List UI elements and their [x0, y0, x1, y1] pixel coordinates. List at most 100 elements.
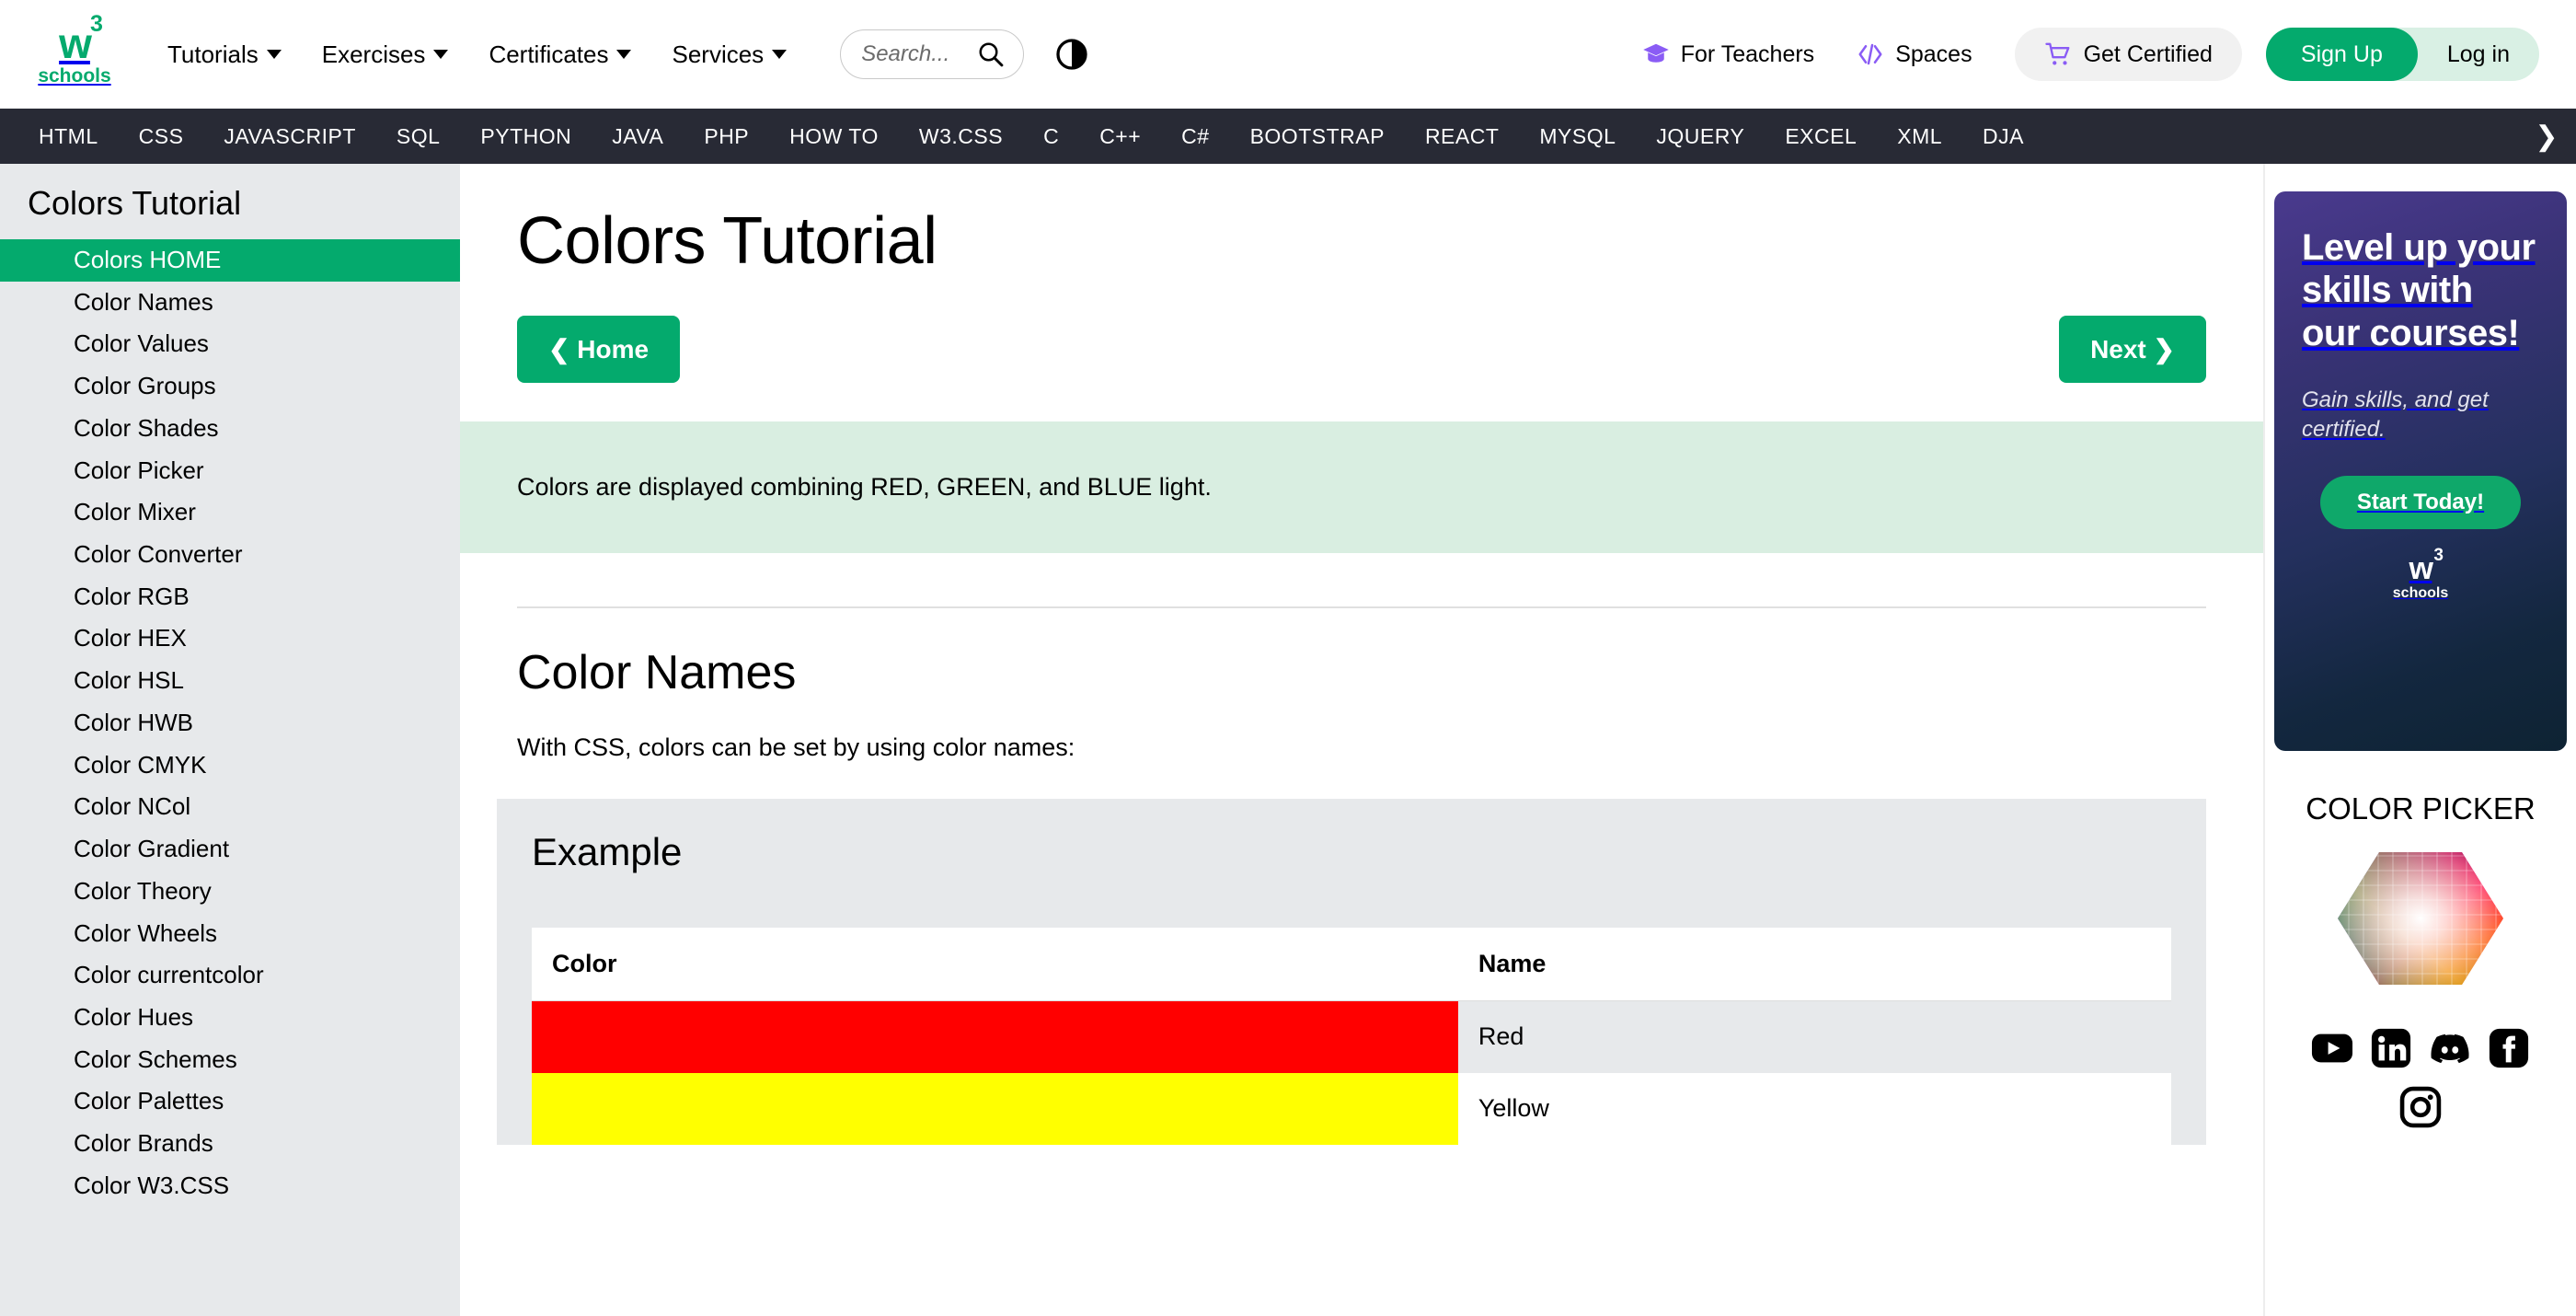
menu-label-tutorials: Tutorials	[167, 40, 259, 68]
nav-item-c[interactable]: C	[1023, 124, 1079, 149]
nav-item-html[interactable]: HTML	[18, 124, 119, 149]
menu-label-exercises: Exercises	[321, 40, 426, 68]
logo-schools-text: schools	[38, 64, 111, 87]
graduation-cap-icon	[1643, 43, 1669, 63]
nav-item-javascript[interactable]: JAVASCRIPT	[203, 124, 375, 149]
nav-item-xml[interactable]: XML	[1877, 124, 1962, 149]
nav-item-cpp[interactable]: C++	[1079, 124, 1161, 149]
nav-item-sql[interactable]: SQL	[376, 124, 461, 149]
get-certified-label: Get Certified	[2083, 40, 2213, 67]
menu-item-services[interactable]: Services	[672, 40, 788, 69]
sidebar-item-color-rgb[interactable]: Color RGB	[0, 576, 460, 618]
sidebar-item-color-schemes[interactable]: Color Schemes	[0, 1039, 460, 1081]
ad-w3schools-logo: w3 schools	[2393, 547, 2448, 601]
sidebar-item-colors-home[interactable]: Colors HOME	[0, 239, 460, 282]
header-right-links: For Teachers Spaces Get Certified Sign U…	[1642, 28, 2539, 81]
log-in-button[interactable]: Log in	[2418, 41, 2539, 68]
sidebar-item-color-currentcolor[interactable]: Color currentcolor	[0, 954, 460, 997]
sidebar-item-color-palettes[interactable]: Color Palettes	[0, 1080, 460, 1123]
nav-item-how-to[interactable]: HOW TO	[769, 124, 899, 149]
ad-logo-superscript-3: 3	[2433, 545, 2444, 565]
logo-w-letter: w	[59, 18, 92, 67]
sidebar-item-color-cmyk[interactable]: Color CMYK	[0, 745, 460, 787]
nav-item-django[interactable]: DJA	[1962, 124, 2044, 149]
nav-item-bootstrap[interactable]: BOOTSTRAP	[1230, 124, 1405, 149]
courses-ad-banner[interactable]: Level up your skills with our courses! G…	[2274, 191, 2567, 751]
sidebar-item-color-values[interactable]: Color Values	[0, 323, 460, 365]
sidebar-item-color-w3css[interactable]: Color W3.CSS	[0, 1165, 460, 1207]
nav-item-php[interactable]: PHP	[684, 124, 769, 149]
sidebar-item-color-wheels[interactable]: Color Wheels	[0, 913, 460, 955]
discord-icon[interactable]	[2429, 1027, 2471, 1069]
search-box[interactable]	[840, 29, 1025, 79]
ad-logo-w: w3	[2409, 547, 2444, 584]
hex-color-wheel-icon[interactable]	[2338, 845, 2503, 992]
example-title: Example	[532, 830, 683, 873]
get-certified-button[interactable]: Get Certified	[2014, 28, 2242, 81]
shopping-cart-icon	[2044, 42, 2070, 65]
sidebar-item-color-hwb[interactable]: Color HWB	[0, 702, 460, 745]
logo-superscript-3: 3	[89, 10, 103, 37]
logo-wordmark: w 3	[59, 12, 103, 67]
ad-subtext: Gain skills, and get certified.	[2302, 387, 2489, 442]
sign-up-button[interactable]: Sign Up	[2265, 28, 2418, 81]
next-button[interactable]: Next ❯	[2059, 316, 2206, 383]
color-name-yellow: Yellow	[1457, 1072, 2171, 1145]
nav-item-react[interactable]: REACT	[1405, 124, 1519, 149]
instagram-icon[interactable]	[2399, 1086, 2442, 1128]
color-swatch-red	[532, 1000, 1458, 1073]
main-content: Colors Tutorial ❮ Home Next ❯ Colors are…	[460, 164, 2263, 1316]
menu-item-exercises[interactable]: Exercises	[322, 40, 449, 69]
search-icon[interactable]	[977, 40, 1005, 68]
linkedin-icon[interactable]	[2370, 1027, 2412, 1069]
spaces-link[interactable]: Spaces	[1857, 40, 1972, 68]
contrast-icon[interactable]	[1055, 38, 1088, 71]
sidebar-item-color-converter[interactable]: Color Converter	[0, 534, 460, 576]
section-title: Color Names	[517, 646, 797, 699]
nav-item-excel[interactable]: EXCEL	[1765, 124, 1877, 149]
info-note-text: Colors are displayed combining RED, GREE…	[517, 473, 1212, 501]
sidebar-item-color-groups[interactable]: Color Groups	[0, 365, 460, 408]
nav-item-python[interactable]: PYTHON	[460, 124, 592, 149]
code-brackets-icon	[1858, 43, 1882, 65]
sidebar-item-color-names[interactable]: Color Names	[0, 282, 460, 324]
start-today-button[interactable]: Start Today!	[2319, 475, 2522, 529]
nav-item-css[interactable]: CSS	[119, 124, 204, 149]
menu-item-tutorials[interactable]: Tutorials	[167, 40, 282, 69]
right-sidebar: Level up your skills with our courses! G…	[2263, 164, 2576, 1316]
page-body: Colors Tutorial Colors HOME Color Names …	[0, 164, 2576, 1316]
home-button[interactable]: ❮ Home	[517, 316, 681, 383]
search-input[interactable]	[861, 41, 978, 67]
sidebar-item-color-shades[interactable]: Color Shades	[0, 408, 460, 450]
color-names-table: Color Name Red Yellow	[532, 928, 2171, 1145]
nav-scroll-right-icon[interactable]: ❯	[2526, 109, 2567, 164]
color-picker-title: COLOR PICKER	[2306, 791, 2536, 825]
sidebar-item-color-hues[interactable]: Color Hues	[0, 997, 460, 1039]
sidebar-item-color-ncol[interactable]: Color NCol	[0, 786, 460, 828]
sidebar-item-color-gradient[interactable]: Color Gradient	[0, 828, 460, 871]
nav-item-w3css[interactable]: W3.CSS	[899, 124, 1023, 149]
menu-label-services: Services	[672, 40, 765, 68]
sidebar-title: Colors Tutorial	[28, 184, 242, 222]
page-title: Colors Tutorial	[517, 204, 937, 278]
youtube-icon[interactable]	[2311, 1027, 2353, 1069]
sidebar-item-color-hex[interactable]: Color HEX	[0, 618, 460, 660]
facebook-icon[interactable]	[2488, 1027, 2530, 1069]
nav-item-mysql[interactable]: MYSQL	[1519, 124, 1636, 149]
top-header: w 3 schools Tutorials Exercises Certific…	[0, 0, 2576, 109]
ad-headline: Level up your skills with our courses!	[2302, 227, 2536, 353]
sidebar-item-color-picker[interactable]: Color Picker	[0, 450, 460, 492]
sidebar-item-color-theory[interactable]: Color Theory	[0, 871, 460, 913]
for-teachers-link[interactable]: For Teachers	[1642, 40, 1814, 68]
nav-item-jquery[interactable]: JQUERY	[1636, 124, 1765, 149]
table-row: Yellow	[532, 1072, 2171, 1145]
menu-item-certificates[interactable]: Certificates	[489, 40, 632, 69]
table-header-color: Color	[532, 928, 1458, 1001]
sidebar-item-color-hsl[interactable]: Color HSL	[0, 660, 460, 702]
sidebar-item-color-mixer[interactable]: Color Mixer	[0, 491, 460, 534]
sidebar-item-color-brands[interactable]: Color Brands	[0, 1123, 460, 1165]
w3schools-logo[interactable]: w 3 schools	[35, 12, 114, 87]
nav-item-csharp[interactable]: C#	[1161, 124, 1229, 149]
nav-item-java[interactable]: JAVA	[592, 124, 684, 149]
primary-menu: Tutorials Exercises Certificates Service…	[167, 40, 788, 69]
